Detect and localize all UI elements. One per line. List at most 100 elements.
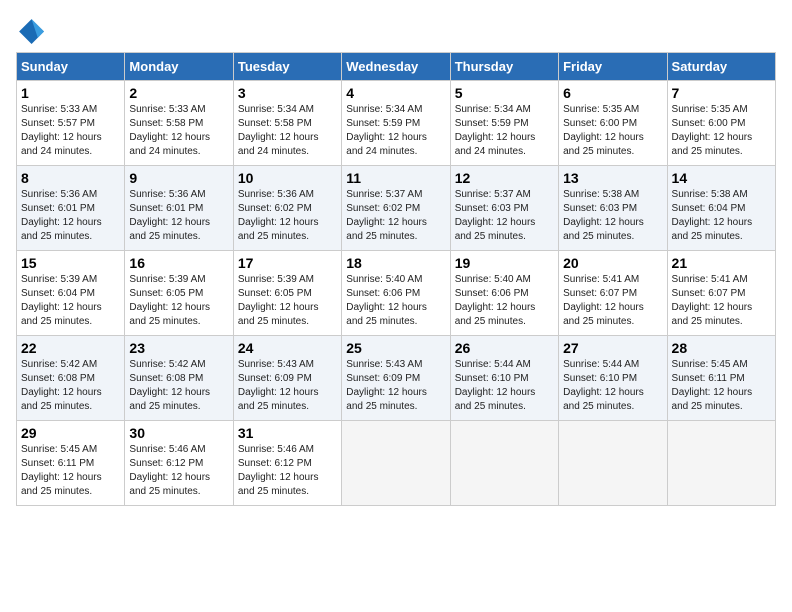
calendar-cell: 11 Sunrise: 5:37 AMSunset: 6:02 PMDayligh… [342,166,450,251]
day-info: Sunrise: 5:34 AMSunset: 5:59 PMDaylight:… [455,103,554,159]
day-info: Sunrise: 5:41 AMSunset: 6:07 PMDaylight:… [563,273,662,329]
day-info: Sunrise: 5:36 AMSunset: 6:01 PMDaylight:… [129,188,228,244]
day-info: Sunrise: 5:46 AMSunset: 6:12 PMDaylight:… [129,443,228,499]
calendar-cell: 1Sunrise: 5:33 AMSunset: 5:57 PMDaylight… [17,81,125,166]
day-info: Sunrise: 5:45 AMSunset: 6:11 PMDaylight:… [672,358,771,414]
day-number: 7 [672,85,771,101]
day-info: Sunrise: 5:40 AMSunset: 6:06 PMDaylight:… [455,273,554,329]
logo-icon [16,16,44,44]
weekday-header: Sunday [17,53,125,81]
day-info: Sunrise: 5:34 AMSunset: 5:58 PMDaylight:… [238,103,337,159]
day-number: 12 [455,170,554,186]
calendar-week-row: 22 Sunrise: 5:42 AMSunset: 6:08 PMDayligh… [17,336,776,421]
calendar-cell: 25 Sunrise: 5:43 AMSunset: 6:09 PMDayligh… [342,336,450,421]
day-number: 8 [21,170,120,186]
calendar-cell: 7 Sunrise: 5:35 AMSunset: 6:00 PMDaylight… [667,81,775,166]
calendar-cell: 4Sunrise: 5:34 AMSunset: 5:59 PMDaylight… [342,81,450,166]
weekday-header: Tuesday [233,53,341,81]
day-info: Sunrise: 5:36 AMSunset: 6:01 PMDaylight:… [21,188,120,244]
day-info: Sunrise: 5:40 AMSunset: 6:06 PMDaylight:… [346,273,445,329]
day-info: Sunrise: 5:41 AMSunset: 6:07 PMDaylight:… [672,273,771,329]
day-number: 16 [129,255,228,271]
calendar-cell: 26 Sunrise: 5:44 AMSunset: 6:10 PMDayligh… [450,336,558,421]
calendar-cell: 29 Sunrise: 5:45 AMSunset: 6:11 PMDayligh… [17,421,125,506]
day-number: 25 [346,340,445,356]
day-number: 30 [129,425,228,441]
calendar-cell: 28 Sunrise: 5:45 AMSunset: 6:11 PMDayligh… [667,336,775,421]
day-number: 17 [238,255,337,271]
day-number: 23 [129,340,228,356]
day-number: 31 [238,425,337,441]
calendar-cell [559,421,667,506]
day-info: Sunrise: 5:43 AMSunset: 6:09 PMDaylight:… [346,358,445,414]
weekday-header: Wednesday [342,53,450,81]
day-info: Sunrise: 5:45 AMSunset: 6:11 PMDaylight:… [21,443,120,499]
calendar-cell: 31 Sunrise: 5:46 AMSunset: 6:12 PMDayligh… [233,421,341,506]
calendar-cell: 8 Sunrise: 5:36 AMSunset: 6:01 PMDaylight… [17,166,125,251]
logo [16,16,48,44]
calendar-body: 1Sunrise: 5:33 AMSunset: 5:57 PMDaylight… [17,81,776,506]
day-info: Sunrise: 5:39 AMSunset: 6:05 PMDaylight:… [129,273,228,329]
calendar-cell [450,421,558,506]
header [16,16,776,44]
day-number: 21 [672,255,771,271]
day-info: Sunrise: 5:44 AMSunset: 6:10 PMDaylight:… [455,358,554,414]
calendar-cell: 9 Sunrise: 5:36 AMSunset: 6:01 PMDaylight… [125,166,233,251]
calendar-cell: 14 Sunrise: 5:38 AMSunset: 6:04 PMDayligh… [667,166,775,251]
day-number: 29 [21,425,120,441]
calendar-cell: 20 Sunrise: 5:41 AMSunset: 6:07 PMDayligh… [559,251,667,336]
day-info: Sunrise: 5:35 AMSunset: 6:00 PMDaylight:… [563,103,662,159]
calendar-cell: 24Sunrise: 5:43 AMSunset: 6:09 PMDayligh… [233,336,341,421]
day-number: 24 [238,340,337,356]
day-number: 15 [21,255,120,271]
day-info: Sunrise: 5:36 AMSunset: 6:02 PMDaylight:… [238,188,337,244]
day-number: 19 [455,255,554,271]
day-info: Sunrise: 5:37 AMSunset: 6:02 PMDaylight:… [346,188,445,244]
day-number: 27 [563,340,662,356]
calendar-cell: 12Sunrise: 5:37 AMSunset: 6:03 PMDayligh… [450,166,558,251]
calendar-cell: 18 Sunrise: 5:40 AMSunset: 6:06 PMDayligh… [342,251,450,336]
day-number: 9 [129,170,228,186]
weekday-header: Friday [559,53,667,81]
calendar-table: SundayMondayTuesdayWednesdayThursdayFrid… [16,52,776,506]
day-info: Sunrise: 5:35 AMSunset: 6:00 PMDaylight:… [672,103,771,159]
day-number: 1 [21,85,120,101]
calendar-cell: 19 Sunrise: 5:40 AMSunset: 6:06 PMDayligh… [450,251,558,336]
calendar-week-row: 8 Sunrise: 5:36 AMSunset: 6:01 PMDaylight… [17,166,776,251]
calendar-week-row: 1Sunrise: 5:33 AMSunset: 5:57 PMDaylight… [17,81,776,166]
day-info: Sunrise: 5:42 AMSunset: 6:08 PMDaylight:… [21,358,120,414]
calendar-cell: 15Sunrise: 5:39 AMSunset: 6:04 PMDayligh… [17,251,125,336]
calendar-cell: 3 Sunrise: 5:34 AMSunset: 5:58 PMDaylight… [233,81,341,166]
calendar-cell: 17Sunrise: 5:39 AMSunset: 6:05 PMDayligh… [233,251,341,336]
calendar-cell: 21 Sunrise: 5:41 AMSunset: 6:07 PMDayligh… [667,251,775,336]
calendar-header: SundayMondayTuesdayWednesdayThursdayFrid… [17,53,776,81]
day-number: 14 [672,170,771,186]
calendar-cell: 27 Sunrise: 5:44 AMSunset: 6:10 PMDayligh… [559,336,667,421]
calendar-cell: 5 Sunrise: 5:34 AMSunset: 5:59 PMDaylight… [450,81,558,166]
calendar-cell: 13Sunrise: 5:38 AMSunset: 6:03 PMDayligh… [559,166,667,251]
day-number: 5 [455,85,554,101]
day-number: 22 [21,340,120,356]
day-number: 11 [346,170,445,186]
day-number: 20 [563,255,662,271]
weekday-header: Monday [125,53,233,81]
day-info: Sunrise: 5:38 AMSunset: 6:03 PMDaylight:… [563,188,662,244]
calendar-cell: 16 Sunrise: 5:39 AMSunset: 6:05 PMDayligh… [125,251,233,336]
day-info: Sunrise: 5:44 AMSunset: 6:10 PMDaylight:… [563,358,662,414]
calendar-cell: 6Sunrise: 5:35 AMSunset: 6:00 PMDaylight… [559,81,667,166]
day-number: 10 [238,170,337,186]
day-number: 3 [238,85,337,101]
calendar-cell: 10 Sunrise: 5:36 AMSunset: 6:02 PMDayligh… [233,166,341,251]
calendar-cell [667,421,775,506]
calendar-cell: 30 Sunrise: 5:46 AMSunset: 6:12 PMDayligh… [125,421,233,506]
calendar-week-row: 29 Sunrise: 5:45 AMSunset: 6:11 PMDayligh… [17,421,776,506]
day-info: Sunrise: 5:42 AMSunset: 6:08 PMDaylight:… [129,358,228,414]
day-number: 18 [346,255,445,271]
day-number: 28 [672,340,771,356]
day-number: 26 [455,340,554,356]
day-info: Sunrise: 5:38 AMSunset: 6:04 PMDaylight:… [672,188,771,244]
calendar-cell: 22 Sunrise: 5:42 AMSunset: 6:08 PMDayligh… [17,336,125,421]
day-info: Sunrise: 5:46 AMSunset: 6:12 PMDaylight:… [238,443,337,499]
weekday-row: SundayMondayTuesdayWednesdayThursdayFrid… [17,53,776,81]
weekday-header: Saturday [667,53,775,81]
